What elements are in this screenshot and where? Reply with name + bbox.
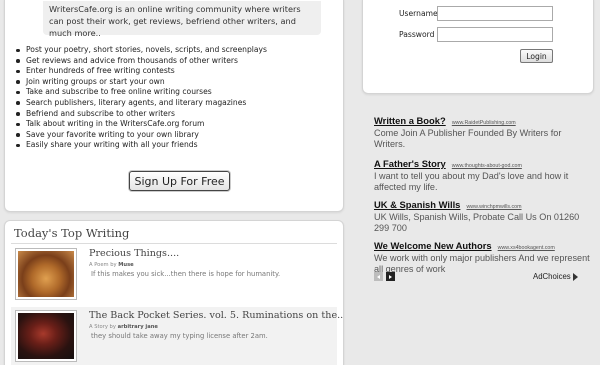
site-description: WritersCafe.org is an online writing com… (43, 1, 321, 38)
ad-title[interactable]: We Welcome New Authors (374, 240, 492, 251)
login-panel: Username Password Login (362, 0, 594, 94)
ad-url[interactable]: www.RaidetPublishing.com (452, 120, 516, 126)
feature-item: Talk about writing in the WritersCafe.or… (15, 119, 267, 130)
adchoices-link[interactable]: AdChoices (533, 272, 578, 281)
feature-item: Join writing groups or start your own (15, 77, 267, 88)
ad-title[interactable]: Written a Book? (374, 115, 446, 126)
feature-item: Take and subscribe to free online writin… (15, 87, 267, 98)
username-field[interactable] (437, 6, 553, 21)
feature-item: Post your poetry, short stories, novels,… (15, 45, 267, 56)
writing-author[interactable]: arbitrary jane (118, 324, 158, 330)
feature-item: Easily share your writing with all your … (15, 140, 267, 151)
writing-item[interactable]: Precious Things.... A Poem by Muse If th… (11, 245, 337, 303)
ad-next-button[interactable] (386, 272, 395, 281)
writing-headline[interactable]: The Back Pocket Series. vol. 5. Ruminati… (89, 310, 343, 321)
ad-url[interactable]: www.thoughts-about-god.com (452, 163, 522, 169)
writing-type: A Story by (89, 324, 116, 330)
ad-item[interactable]: UK & Spanish Wills www.winchpmwills.com … (374, 193, 592, 233)
password-label: Password (399, 30, 435, 39)
writing-description: If this makes you sick...then there is h… (91, 270, 281, 278)
signup-button[interactable]: Sign Up For Free (129, 171, 230, 191)
password-field[interactable] (437, 27, 553, 42)
feature-item: Get reviews and advice from thousands of… (15, 56, 267, 67)
writing-thumbnail[interactable] (15, 248, 77, 300)
writing-author[interactable]: Muse (118, 262, 133, 268)
feature-item: Enter hundreds of free writing contests (15, 66, 267, 77)
username-label: Username (399, 9, 438, 18)
writing-type: A Poem by (89, 262, 117, 268)
ad-url[interactable]: www.xs4bookagent.com (498, 245, 555, 251)
ad-title[interactable]: UK & Spanish Wills (374, 199, 460, 210)
ad-item[interactable]: A Father's Story www.thoughts-about-god.… (374, 152, 592, 192)
arrow-left-icon (377, 274, 380, 279)
writing-headline[interactable]: Precious Things.... (89, 248, 179, 259)
writing-description: they should take away my typing license … (91, 332, 268, 340)
writing-byline: A Story by arbitrary jane (89, 324, 158, 330)
ad-prev-button[interactable] (374, 272, 383, 281)
top-writing-panel: Today's Top Writing Precious Things.... … (4, 220, 344, 365)
adchoices-icon (572, 272, 578, 281)
feature-list: Post your poetry, short stories, novels,… (15, 45, 267, 151)
ad-body: Come Join A Publisher Founded By Writers… (374, 128, 562, 149)
ad-body: UK Wills, Spanish Wills, Probate Call Us… (374, 212, 580, 233)
feature-item: Befriend and subscribe to other writers (15, 109, 267, 120)
feature-item: Save your favorite writing to your own l… (15, 130, 267, 141)
writing-item[interactable]: The Back Pocket Series. vol. 5. Ruminati… (11, 307, 343, 365)
writing-thumbnail[interactable] (15, 310, 77, 362)
ad-title[interactable]: A Father's Story (374, 158, 446, 169)
adchoices-label: AdChoices (533, 272, 571, 281)
ad-body: We work with only major publishers And w… (374, 253, 590, 274)
writing-byline: A Poem by Muse (89, 262, 134, 268)
ad-url[interactable]: www.winchpmwills.com (466, 204, 521, 210)
ad-item[interactable]: Written a Book? www.RaidetPublishing.com… (374, 109, 592, 149)
top-writing-title: Today's Top Writing (14, 226, 130, 240)
arrow-right-icon (389, 274, 392, 279)
login-button[interactable]: Login (520, 49, 553, 63)
intro-panel: WritersCafe.org is an online writing com… (4, 0, 344, 212)
divider (11, 243, 337, 244)
feature-item: Search publishers, literary agents, and … (15, 98, 267, 109)
ad-item[interactable]: We Welcome New Authors www.xs4bookagent.… (374, 234, 592, 274)
ad-body: I want to tell you about my Dad's love a… (374, 171, 569, 192)
